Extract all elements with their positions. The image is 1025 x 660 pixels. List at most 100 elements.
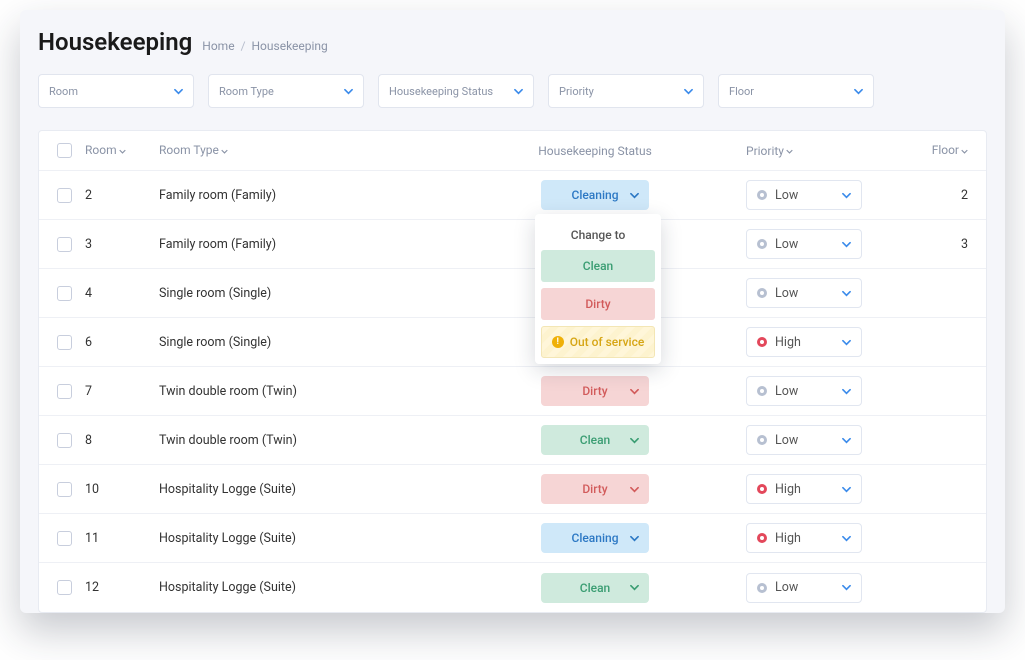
chevron-down-icon: [842, 289, 851, 298]
col-header-type[interactable]: Room Type: [159, 143, 490, 158]
priority-select[interactable]: High: [746, 327, 862, 357]
priority-dot-icon: [757, 337, 767, 347]
chevron-down-icon: [630, 485, 639, 494]
col-header-status[interactable]: Housekeeping Status: [490, 144, 700, 158]
chevron-down-icon: [630, 191, 639, 200]
select-all-checkbox[interactable]: [57, 143, 72, 158]
table-row: 11 Hospitality Logge (Suite) Cleaning Hi…: [39, 514, 986, 563]
room-number: 11: [85, 531, 159, 546]
table-row: 12 Hospitality Logge (Suite) Clean Low: [39, 563, 986, 612]
row-checkbox[interactable]: [57, 335, 72, 350]
filter-label: Housekeeping Status: [389, 85, 493, 98]
table-row: 6 Single room (Single) High: [39, 318, 986, 367]
status-select[interactable]: Cleaning Change to Clean Dirty ! Out of …: [541, 180, 649, 210]
priority-select[interactable]: Low: [746, 229, 862, 259]
page-header: Housekeeping Home / Housekeeping: [38, 28, 987, 56]
room-type: Family room (Family): [159, 188, 490, 203]
status-dropdown: Change to Clean Dirty ! Out of service: [535, 214, 661, 364]
priority-select[interactable]: Low: [746, 376, 862, 406]
housekeeping-table: Room Room Type Housekeeping Status Prior…: [38, 130, 987, 613]
filter-housekeeping-status[interactable]: Housekeeping Status: [378, 74, 534, 108]
chevron-down-icon: [842, 387, 851, 396]
warning-icon: !: [552, 336, 564, 348]
row-checkbox[interactable]: [57, 433, 72, 448]
sort-caret-icon: [786, 144, 793, 158]
chevron-down-icon: [630, 387, 639, 396]
priority-dot-icon: [757, 484, 767, 494]
status-select[interactable]: Cleaning: [541, 523, 649, 553]
priority-select[interactable]: Low: [746, 278, 862, 308]
priority-dot-icon: [757, 533, 767, 543]
floor-number: 2: [900, 188, 968, 203]
sort-caret-icon: [119, 144, 126, 158]
priority-select[interactable]: High: [746, 474, 862, 504]
breadcrumb: Home / Housekeeping: [202, 39, 328, 53]
chevron-down-icon: [174, 87, 183, 96]
chevron-down-icon: [842, 338, 851, 347]
room-type: Hospitality Logge (Suite): [159, 580, 490, 595]
priority-value: High: [775, 482, 801, 497]
status-select[interactable]: Dirty: [541, 376, 649, 406]
status-select[interactable]: Clean: [541, 573, 649, 603]
chevron-down-icon: [854, 87, 863, 96]
room-number: 6: [85, 335, 159, 350]
priority-select[interactable]: Low: [746, 180, 862, 210]
row-checkbox[interactable]: [57, 188, 72, 203]
status-value: Cleaning: [571, 188, 618, 202]
filter-floor[interactable]: Floor: [718, 74, 874, 108]
filter-room[interactable]: Room: [38, 74, 194, 108]
status-value: Dirty: [582, 384, 607, 398]
col-header-room[interactable]: Room: [85, 143, 159, 158]
priority-dot-icon: [757, 386, 767, 396]
room-type: Twin double room (Twin): [159, 433, 490, 448]
col-header-priority[interactable]: Priority: [700, 144, 900, 158]
table-row: 3 Family room (Family) Low 3: [39, 220, 986, 269]
status-select[interactable]: Dirty: [541, 474, 649, 504]
filter-room-type[interactable]: Room Type: [208, 74, 364, 108]
priority-value: Low: [775, 433, 798, 448]
priority-dot-icon: [757, 288, 767, 298]
status-value: Dirty: [582, 482, 607, 496]
priority-value: Low: [775, 188, 798, 203]
row-checkbox[interactable]: [57, 580, 72, 595]
priority-value: Low: [775, 286, 798, 301]
row-checkbox[interactable]: [57, 384, 72, 399]
priority-value: Low: [775, 384, 798, 399]
chevron-down-icon: [842, 485, 851, 494]
priority-select[interactable]: Low: [746, 573, 862, 603]
room-number: 12: [85, 580, 159, 595]
breadcrumb-home[interactable]: Home: [202, 39, 234, 53]
room-number: 2: [85, 188, 159, 203]
room-number: 7: [85, 384, 159, 399]
dropdown-title: Change to: [541, 222, 655, 250]
room-number: 10: [85, 482, 159, 497]
chevron-down-icon: [842, 436, 851, 445]
table-body: 2 Family room (Family) Cleaning Change t…: [39, 171, 986, 612]
table-row: 2 Family room (Family) Cleaning Change t…: [39, 171, 986, 220]
col-header-floor[interactable]: Floor: [900, 143, 968, 158]
priority-select[interactable]: Low: [746, 425, 862, 455]
chevron-down-icon: [842, 240, 851, 249]
status-select[interactable]: Clean: [541, 425, 649, 455]
row-checkbox[interactable]: [57, 482, 72, 497]
chevron-down-icon: [630, 583, 639, 592]
priority-select[interactable]: High: [746, 523, 862, 553]
filter-priority[interactable]: Priority: [548, 74, 704, 108]
chevron-down-icon: [842, 583, 851, 592]
chevron-down-icon: [630, 436, 639, 445]
dropdown-option-out-of-service[interactable]: ! Out of service: [541, 326, 655, 358]
row-checkbox[interactable]: [57, 531, 72, 546]
room-number: 8: [85, 433, 159, 448]
row-checkbox[interactable]: [57, 286, 72, 301]
filter-label: Room: [49, 85, 78, 98]
row-checkbox[interactable]: [57, 237, 72, 252]
dropdown-option-clean[interactable]: Clean: [541, 250, 655, 282]
dropdown-option-dirty[interactable]: Dirty: [541, 288, 655, 320]
status-value: Clean: [580, 433, 610, 447]
priority-value: Low: [775, 237, 798, 252]
floor-number: 3: [900, 237, 968, 252]
chevron-down-icon: [842, 191, 851, 200]
priority-value: Low: [775, 580, 798, 595]
housekeeping-panel: Housekeeping Home / Housekeeping RoomRoo…: [20, 10, 1005, 613]
filter-label: Priority: [559, 85, 594, 98]
